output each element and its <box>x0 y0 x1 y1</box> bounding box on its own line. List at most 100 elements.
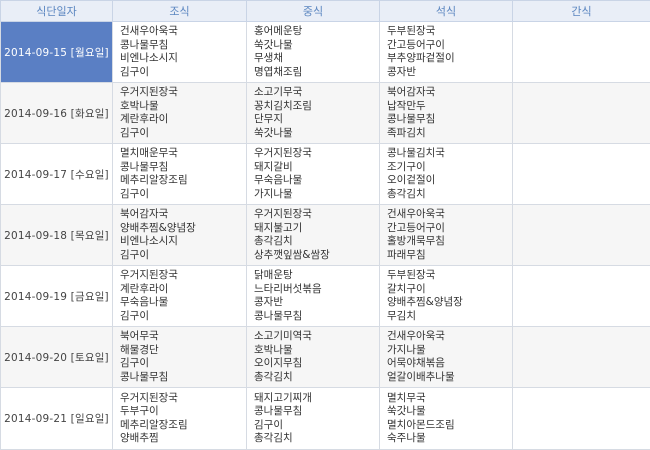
breakfast-cell: 우거지된장국두부구이메추리알장조림양배추찜 <box>113 388 247 450</box>
dinner-cell: 콩나물김치국조기구이오이겉절이총각김치 <box>380 144 513 205</box>
menu-item: 상추깻잎쌈&쌈장 <box>254 249 379 263</box>
menu-item: 콩나물무침 <box>120 39 246 53</box>
breakfast-cell: 우거지된장국계란후라이무숙음나물김구이 <box>113 266 247 327</box>
date-cell[interactable]: 2014-09-16 [화요일] <box>1 83 113 144</box>
menu-item: 돼지불고기 <box>254 222 379 236</box>
menu-item: 김구이 <box>120 310 246 324</box>
menu-item: 쑥갓나물 <box>387 405 512 419</box>
header-breakfast[interactable]: 조식 <box>113 1 247 22</box>
lunch-cell: 홍어메운탕쑥갓나물무생채명엽채조림 <box>247 22 380 83</box>
menu-item: 우거지된장국 <box>254 147 379 161</box>
dinner-cell: 건새우아욱국간고등어구이홀방개묵무침파래무침 <box>380 205 513 266</box>
table-header-row: 식단일자 조식 중식 석식 간식 <box>1 1 650 22</box>
table-row[interactable]: 2014-09-18 [목요일]북어감자국양배추찜&양념장비엔나소시지김구이 우거… <box>1 205 650 266</box>
menu-item: 족파김치 <box>387 127 512 141</box>
menu-item: 무생채 <box>254 52 379 66</box>
table-row[interactable]: 2014-09-17 [수요일]멸치매운무국콩나물무침메추리알장조림김구이우거지… <box>1 144 650 205</box>
menu-item: 무숙음나물 <box>254 174 379 188</box>
breakfast-cell: 멸치매운무국콩나물무침메추리알장조림김구이 <box>113 144 247 205</box>
menu-item: 우거지된장국 <box>120 392 246 406</box>
menu-item: 총각김치 <box>254 371 379 385</box>
snack-cell <box>513 266 650 327</box>
menu-item: 어묵야채볶음 <box>387 357 512 371</box>
menu-item: 해물경단 <box>120 344 246 358</box>
menu-item: 총각김치 <box>387 188 512 202</box>
menu-item: 얼갈이배추나물 <box>387 371 512 385</box>
menu-item: 콩나물무침 <box>120 371 246 385</box>
date-cell[interactable]: 2014-09-15 [월요일] <box>1 22 113 83</box>
menu-item: 돼지갈비 <box>254 161 379 175</box>
menu-item: 건새우아욱국 <box>387 330 512 344</box>
menu-item: 우거지된장국 <box>120 86 246 100</box>
table-row[interactable]: 2014-09-16 [화요일]우거지된장국호박나물계란후라이김구이소고기무국꽁… <box>1 83 650 144</box>
dinner-cell: 건새우아욱국가지나물어묵야채볶음얼갈이배추나물 <box>380 327 513 388</box>
menu-item: 납작만두 <box>387 100 512 114</box>
menu-item: 건새우아욱국 <box>387 208 512 222</box>
menu-item: 우거지된장국 <box>120 269 246 283</box>
menu-item: 쑥갓나물 <box>254 127 379 141</box>
menu-item: 북어감자국 <box>387 86 512 100</box>
date-cell[interactable]: 2014-09-19 [금요일] <box>1 266 113 327</box>
header-lunch[interactable]: 중식 <box>247 1 380 22</box>
meal-schedule-table: 식단일자 조식 중식 석식 간식 2014-09-15 [월요일]건새우아욱국콩… <box>0 0 650 450</box>
menu-item: 건새우아욱국 <box>120 25 246 39</box>
header-snack[interactable]: 간식 <box>513 1 650 22</box>
breakfast-cell: 우거지된장국호박나물계란후라이김구이 <box>113 83 247 144</box>
menu-item: 북어무국 <box>120 330 246 344</box>
table-row[interactable]: 2014-09-20 [토요일]북어무국해물경단김구이콩나물무침소고기미역국호박… <box>1 327 650 388</box>
menu-item: 우거지된장국 <box>254 208 379 222</box>
menu-item: 콩자반 <box>254 296 379 310</box>
date-cell[interactable]: 2014-09-18 [목요일] <box>1 205 113 266</box>
snack-cell <box>513 388 650 450</box>
menu-item: 홍어메운탕 <box>254 25 379 39</box>
snack-cell <box>513 83 650 144</box>
menu-item: 메추리알장조림 <box>120 419 246 433</box>
snack-cell <box>513 144 650 205</box>
menu-item: 김구이 <box>120 188 246 202</box>
menu-item: 콩나물무침 <box>120 161 246 175</box>
menu-item: 김구이 <box>254 419 379 433</box>
menu-item: 콩나물김치국 <box>387 147 512 161</box>
menu-item: 김구이 <box>120 249 246 263</box>
lunch-cell: 닭매운탕느타리버섯볶음콩자반콩나물무침 <box>247 266 380 327</box>
menu-item: 파래무침 <box>387 249 512 263</box>
menu-item: 김구이 <box>120 66 246 80</box>
menu-item: 오이겉절이 <box>387 174 512 188</box>
lunch-cell: 돼지고기찌개콩나물무침김구이총각김치 <box>247 388 380 450</box>
date-cell[interactable]: 2014-09-21 [일요일] <box>1 388 113 450</box>
menu-item: 총각김치 <box>254 235 379 249</box>
lunch-cell: 소고기미역국호박나물오이지무침총각김치 <box>247 327 380 388</box>
breakfast-cell: 북어무국해물경단김구이콩나물무침 <box>113 327 247 388</box>
menu-item: 계란후라이 <box>120 113 246 127</box>
menu-item: 명엽채조림 <box>254 66 379 80</box>
breakfast-cell: 북어감자국양배추찜&양념장비엔나소시지김구이 <box>113 205 247 266</box>
menu-item: 두부된장국 <box>387 25 512 39</box>
menu-item: 양배추찜&양념장 <box>120 222 246 236</box>
menu-item: 조기구이 <box>387 161 512 175</box>
menu-item: 돼지고기찌개 <box>254 392 379 406</box>
menu-item: 메추리알장조림 <box>120 174 246 188</box>
menu-item: 갈치구이 <box>387 283 512 297</box>
menu-item: 닭매운탕 <box>254 269 379 283</box>
snack-cell <box>513 205 650 266</box>
menu-item: 양배추찜&양념장 <box>387 296 512 310</box>
header-dinner[interactable]: 석식 <box>380 1 513 22</box>
dinner-cell: 북어감자국납작만두콩나물무침족파김치 <box>380 83 513 144</box>
menu-item: 콩나물무침 <box>387 113 512 127</box>
table-row[interactable]: 2014-09-21 [일요일]우거지된장국두부구이메추리알장조림양배추찜돼지고… <box>1 388 650 450</box>
header-date[interactable]: 식단일자 <box>1 1 113 22</box>
menu-item: 호박나물 <box>254 344 379 358</box>
menu-item: 멸치매운무국 <box>120 147 246 161</box>
menu-item: 쑥갓나물 <box>254 39 379 53</box>
menu-item: 숙주나물 <box>387 432 512 446</box>
date-cell[interactable]: 2014-09-17 [수요일] <box>1 144 113 205</box>
menu-item: 비엔나소시지 <box>120 52 246 66</box>
table-row[interactable]: 2014-09-19 [금요일]우거지된장국계란후라이무숙음나물김구이닭매운탕느… <box>1 266 650 327</box>
menu-item: 부추양파겉절이 <box>387 52 512 66</box>
date-cell[interactable]: 2014-09-20 [토요일] <box>1 327 113 388</box>
menu-item: 김구이 <box>120 127 246 141</box>
menu-item: 두부구이 <box>120 405 246 419</box>
table-row[interactable]: 2014-09-15 [월요일]건새우아욱국콩나물무침비엔나소시지김구이홍어메운… <box>1 22 650 83</box>
snack-cell <box>513 327 650 388</box>
menu-item: 총각김치 <box>254 432 379 446</box>
